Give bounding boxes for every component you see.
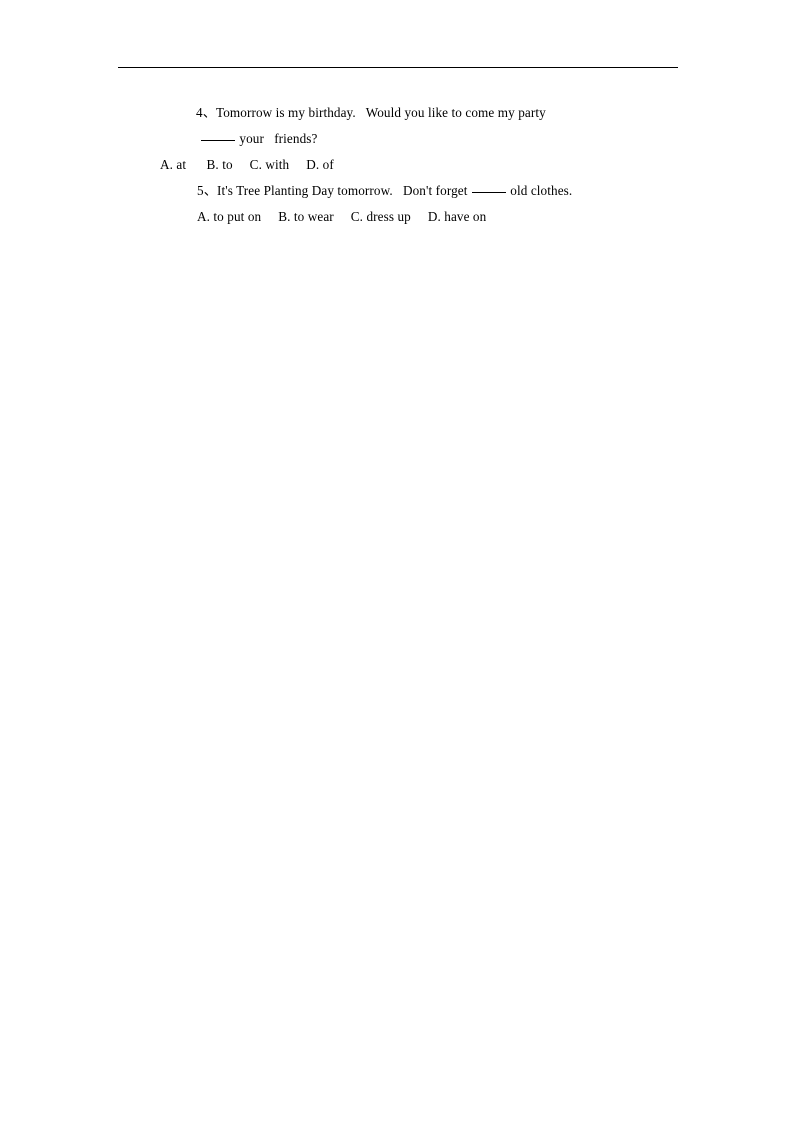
header-separator-rule	[118, 67, 678, 68]
question-5-stem-part-3: old clothes.	[510, 183, 573, 198]
question-4-option-d[interactable]: D. of	[306, 157, 334, 172]
question-5-options-line: A. to put on B. to wear C. dress up D. h…	[0, 204, 794, 230]
question-4-line-2: your friends?	[0, 126, 794, 152]
question-4-opt-spacer-3	[289, 157, 306, 172]
question-4-stem-part-3: your	[239, 131, 264, 146]
question-4-answer-blank[interactable]	[201, 140, 235, 141]
question-content-block: 4、Tomorrow is my birthday. Would you lik…	[0, 100, 794, 230]
question-4-opt-spacer-1	[186, 157, 206, 172]
question-4-options-line: A. at B. to C. with D. of	[0, 152, 794, 178]
question-5-option-d[interactable]: D. have on	[428, 209, 487, 224]
question-5-opt-spacer-2	[334, 209, 351, 224]
question-5-gap-spacer	[393, 183, 403, 198]
question-5-stem-part-2: Don't forget	[402, 183, 468, 198]
question-5-spacer-a	[467, 183, 470, 198]
question-4-stem-part-4: friends?	[274, 131, 318, 146]
question-5-option-b[interactable]: B. to wear	[278, 209, 334, 224]
question-4-line-1: 4、Tomorrow is my birthday. Would you lik…	[0, 100, 794, 126]
question-4-option-c[interactable]: C. with	[250, 157, 290, 172]
question-5-option-c[interactable]: C. dress up	[351, 209, 411, 224]
question-4-opt-spacer-2	[233, 157, 250, 172]
question-5-answer-blank[interactable]	[471, 192, 506, 193]
document-page: 4、Tomorrow is my birthday. Would you lik…	[0, 0, 794, 1123]
question-4-number: 4、	[196, 105, 216, 120]
question-4-option-a[interactable]: A. at	[160, 157, 186, 172]
question-4-stem-part-2: Would you like to come my party	[365, 105, 546, 120]
question-5-option-a[interactable]: A. to put on	[197, 209, 261, 224]
question-4-option-b[interactable]: B. to	[207, 157, 233, 172]
question-5-opt-spacer-1	[261, 209, 278, 224]
question-5-opt-spacer-3	[411, 209, 428, 224]
question-5-line-1: 5、It's Tree Planting Day tomorrow. Don't…	[0, 178, 794, 204]
question-5-number: 5、	[197, 183, 217, 198]
question-4-spacer-b	[264, 131, 274, 146]
question-5-stem-part-1: It's Tree Planting Day tomorrow.	[216, 183, 393, 198]
question-4-stem-part-1: Tomorrow is my birthday.	[215, 105, 356, 120]
question-4-gap-spacer	[356, 105, 366, 120]
